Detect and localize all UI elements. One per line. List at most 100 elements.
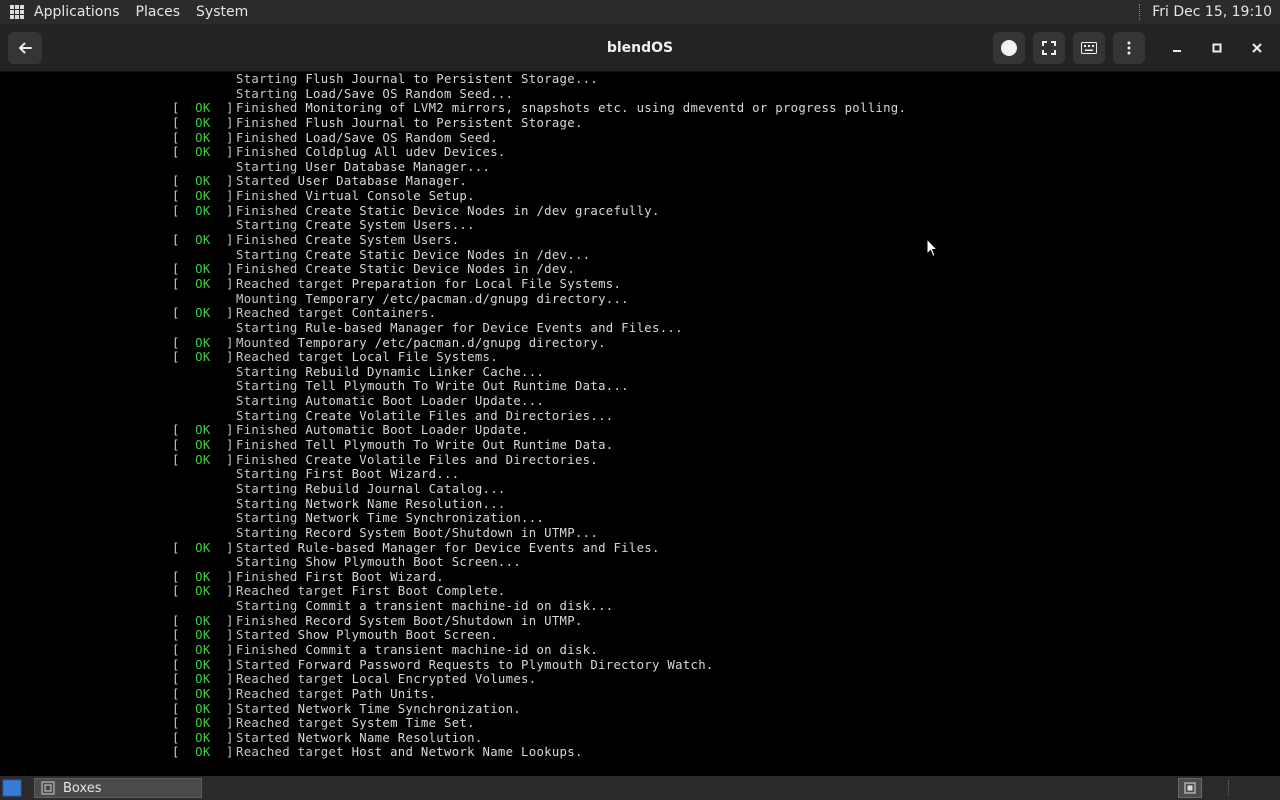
- log-message: Temporary /etc/pacman.d/gnupg directory.: [297, 335, 606, 350]
- log-line: [ OK ] Finished Create Static Device Node…: [172, 262, 906, 277]
- log-status: [ OK ]: [172, 701, 234, 716]
- log-verb: Finished: [236, 569, 306, 584]
- keyboard-button[interactable]: [1073, 32, 1105, 64]
- log-message: Record System Boot/Shutdown in UTMP...: [305, 525, 599, 540]
- log-line: Starting Create Volatile Files and Direc…: [172, 409, 906, 424]
- log-status: [ OK ]: [172, 203, 234, 218]
- log-message: Monitoring of LVM2 mirrors, snapshots et…: [305, 101, 907, 116]
- log-message: User Database Manager.: [297, 174, 468, 189]
- log-line: Starting Create System Users...: [172, 218, 906, 233]
- log-line: [ OK ] Finished Coldplug All udev Devices…: [172, 145, 906, 160]
- log-verb: Finished: [236, 203, 306, 218]
- log-verb: Starting: [236, 511, 306, 526]
- log-line: [ OK ] Started Show Plymouth Boot Screen.: [172, 628, 906, 643]
- log-line: [ OK ] Reached target Local Encrypted Vol…: [172, 672, 906, 687]
- log-verb: Starting: [236, 86, 306, 101]
- log-verb: Finished: [236, 642, 306, 657]
- log-message: Preparation for Local File Systems.: [351, 276, 622, 291]
- log-message: Containers.: [351, 306, 437, 321]
- log-verb: Started: [236, 730, 298, 745]
- grid-icon[interactable]: [10, 5, 24, 19]
- log-verb: Started: [236, 657, 298, 672]
- panel-separator: [1228, 780, 1229, 796]
- log-status: [ OK ]: [172, 276, 234, 291]
- log-status: [ OK ]: [172, 716, 234, 731]
- log-verb: Finished: [236, 613, 306, 628]
- log-line: [ OK ] Started Network Name Resolution.: [172, 731, 906, 746]
- log-message: Create Static Device Nodes in /dev grace…: [305, 203, 660, 218]
- log-line: Starting Rebuild Journal Catalog...: [172, 482, 906, 497]
- log-verb: Starting: [236, 467, 306, 482]
- log-message: Network Time Synchronization.: [297, 701, 522, 716]
- menu-applications[interactable]: Applications: [34, 4, 120, 20]
- header-bar: blendOS: [0, 24, 1280, 72]
- log-line: Starting First Boot Wizard...: [172, 467, 906, 482]
- log-verb: Reached target: [236, 716, 352, 731]
- log-line: Starting User Database Manager...: [172, 160, 906, 175]
- log-status: [ OK ]: [172, 130, 234, 145]
- show-desktop-icon[interactable]: [2, 779, 22, 797]
- log-verb: Starting: [236, 247, 306, 262]
- panel-separator: [1139, 4, 1142, 20]
- maximize-button[interactable]: [1201, 32, 1233, 64]
- menu-places[interactable]: Places: [136, 4, 181, 20]
- log-verb: Starting: [236, 320, 306, 335]
- close-button[interactable]: [1241, 32, 1273, 64]
- fullscreen-button[interactable]: [1033, 32, 1065, 64]
- log-verb: Finished: [236, 438, 306, 453]
- log-verb: Reached target: [236, 584, 352, 599]
- log-status: [ OK ]: [172, 642, 234, 657]
- log-verb: Reached target: [236, 672, 352, 687]
- log-status: [ OK ]: [172, 189, 234, 204]
- log-verb: Starting: [236, 218, 306, 233]
- taskbar-item-boxes[interactable]: Boxes: [34, 778, 202, 798]
- log-line: [ OK ] Started Rule-based Manager for Dev…: [172, 541, 906, 556]
- log-line: [ OK ] Finished Create Volatile Files and…: [172, 453, 906, 468]
- log-message: Rebuild Journal Catalog...: [305, 481, 506, 496]
- log-line: [ OK ] Reached target System Time Set.: [172, 716, 906, 731]
- workspace-switcher[interactable]: [1178, 778, 1202, 798]
- log-line: [ OK ] Reached target Local File Systems.: [172, 350, 906, 365]
- log-verb: Reached target: [236, 686, 352, 701]
- log-verb: Started: [236, 701, 298, 716]
- log-message: Local Encrypted Volumes.: [351, 672, 537, 687]
- log-message: Tell Plymouth To Write Out Runtime Data.…: [305, 379, 629, 394]
- log-verb: Starting: [236, 394, 306, 409]
- circle-icon: [1001, 40, 1017, 56]
- boxes-app-icon: [41, 781, 55, 795]
- log-status: [ OK ]: [172, 452, 234, 467]
- log-message: Forward Password Requests to Plymouth Di…: [297, 657, 714, 672]
- send-key-button[interactable]: [993, 32, 1025, 64]
- clock[interactable]: Fri Dec 15, 19:10: [1152, 4, 1272, 20]
- log-line: [ OK ] Finished Load/Save OS Random Seed.: [172, 131, 906, 146]
- log-message: Rule-based Manager for Device Events and…: [297, 540, 660, 555]
- log-line: Starting Load/Save OS Random Seed...: [172, 87, 906, 102]
- back-button[interactable]: [8, 32, 42, 64]
- log-status: [ OK ]: [172, 423, 234, 438]
- log-line: [ OK ] Mounted Temporary /etc/pacman.d/gn…: [172, 336, 906, 351]
- menu-system[interactable]: System: [196, 4, 248, 20]
- vm-console[interactable]: Starting Flush Journal to Persistent Sto…: [0, 72, 1280, 776]
- menu-button[interactable]: [1113, 32, 1145, 64]
- log-line: Starting Flush Journal to Persistent Sto…: [172, 72, 906, 87]
- log-line: [ OK ] Finished Create Static Device Node…: [172, 204, 906, 219]
- log-line: [ OK ] Reached target First Boot Complete…: [172, 584, 906, 599]
- log-message: Network Time Synchronization...: [305, 511, 545, 526]
- log-line: [ OK ] Started User Database Manager.: [172, 174, 906, 189]
- log-verb: Finished: [236, 452, 306, 467]
- log-verb: Starting: [236, 481, 306, 496]
- log-message: First Boot Complete.: [351, 584, 506, 599]
- log-status: [ OK ]: [172, 233, 234, 248]
- log-status: [ OK ]: [172, 438, 234, 453]
- log-line: Starting Rule-based Manager for Device E…: [172, 321, 906, 336]
- log-message: Create System Users...: [305, 218, 475, 233]
- maximize-icon: [1212, 43, 1222, 53]
- log-status: [ OK ]: [172, 262, 234, 277]
- log-status: [ OK ]: [172, 145, 234, 160]
- log-status: [ OK ]: [172, 335, 234, 350]
- log-line: Starting Create Static Device Nodes in /…: [172, 248, 906, 263]
- log-verb: Finished: [236, 262, 306, 277]
- minimize-button[interactable]: [1161, 32, 1193, 64]
- log-status: [ OK ]: [172, 657, 234, 672]
- log-verb: Finished: [236, 145, 306, 160]
